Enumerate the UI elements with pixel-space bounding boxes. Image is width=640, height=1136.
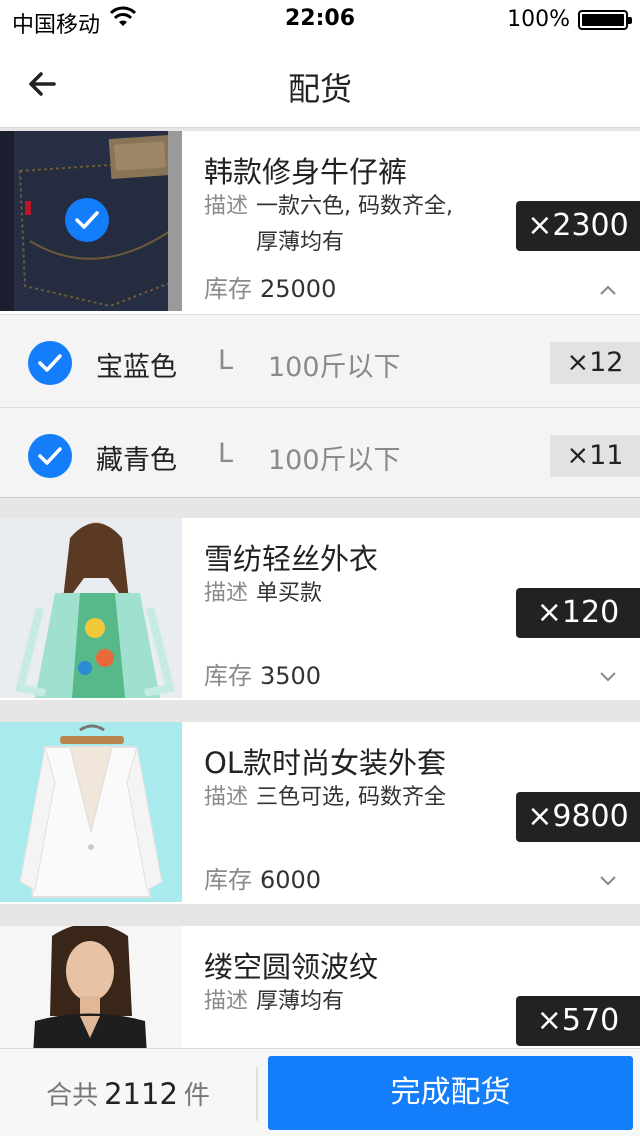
product-card[interactable]: 韩款修身牛仔裤 描述 一款六色, 码数齐全, 厚薄均有 库存 25000 ×2300…	[0, 131, 640, 498]
variant-weight: 100斤以下	[268, 445, 401, 476]
desc-text: 三色可选, 码数齐全	[256, 785, 447, 810]
variant-quantity[interactable]: ×12	[550, 342, 640, 384]
variant-size: L	[218, 345, 234, 376]
stock-value: 6000	[260, 866, 322, 894]
total-summary: 合共 2112 件	[0, 1075, 256, 1112]
checkmark-circle-icon[interactable]	[28, 341, 72, 385]
stock-value: 3500	[260, 662, 322, 690]
chevron-up-icon[interactable]	[596, 279, 620, 303]
stock-label: 库存	[204, 662, 252, 690]
product-card[interactable]: 雪纺轻丝外衣 描述 单买款 库存 3500 ×120	[0, 518, 640, 700]
variant-row[interactable]: 藏青色 L 100斤以下 ×11	[0, 407, 640, 499]
divider	[256, 1067, 258, 1121]
desc-label: 描述	[204, 194, 249, 219]
variant-color: 宝蓝色	[96, 352, 177, 383]
product-stock: 库存 3500	[204, 656, 321, 691]
product-image-chiffon	[0, 518, 182, 698]
battery-percent: 100%	[507, 7, 570, 32]
product-image-lace-top	[0, 926, 182, 1048]
product-name: OL款时尚女装外套	[204, 746, 446, 780]
desc-label: 描述	[204, 785, 249, 810]
product-name: 雪纺轻丝外衣	[204, 542, 379, 576]
product-stock: 库存 25000	[204, 269, 336, 304]
product-stock: 库存 6000	[204, 860, 321, 895]
quantity-badge[interactable]: ×2300	[516, 201, 640, 251]
stock-label: 库存	[204, 275, 252, 303]
stock-value: 25000	[260, 275, 337, 303]
checkmark-circle-icon[interactable]	[65, 198, 109, 242]
finish-button[interactable]: 完成配货	[268, 1056, 633, 1130]
desc-text: 厚薄均有	[256, 989, 345, 1014]
total-prefix: 合共	[46, 1081, 99, 1111]
variant-list: 宝蓝色 L 100斤以下 ×12 藏青色 L 100斤以下 ×11	[0, 314, 640, 498]
variant-quantity[interactable]: ×11	[550, 435, 640, 477]
stock-label: 库存	[204, 866, 252, 894]
status-bar: 中国移动 22:06 100%	[0, 0, 640, 40]
checkmark-circle-icon[interactable]	[28, 434, 72, 478]
page-title: 配货	[287, 70, 352, 108]
bottom-bar: 合共 2112 件 完成配货	[0, 1048, 640, 1136]
quantity-badge[interactable]: ×120	[516, 588, 640, 638]
product-desc: 描述 一款六色, 码数齐全, 厚薄均有	[204, 189, 494, 261]
product-name: 韩款修身牛仔裤	[204, 155, 408, 189]
chevron-down-icon[interactable]	[596, 868, 620, 892]
product-card[interactable]: 缕空圆领波纹 描述 厚薄均有 ×570	[0, 926, 640, 1048]
nav-bar: 配货	[0, 40, 640, 128]
desc-text: 一款六色, 码数齐全, 厚薄均有	[256, 194, 453, 255]
variant-row[interactable]: 宝蓝色 L 100斤以下 ×12	[0, 315, 640, 407]
chevron-down-icon[interactable]	[596, 664, 620, 688]
product-desc: 描述 单买款	[204, 576, 494, 612]
desc-label: 描述	[204, 581, 249, 606]
variant-size: L	[218, 438, 234, 469]
variant-color: 藏青色	[96, 445, 177, 476]
total-unit: 件	[183, 1081, 210, 1111]
product-image-jacket	[0, 722, 182, 902]
battery-icon	[578, 10, 632, 30]
quantity-badge[interactable]: ×9800	[516, 792, 640, 842]
product-desc: 描述 厚薄均有	[204, 984, 494, 1020]
desc-text: 单买款	[256, 581, 323, 606]
variant-weight: 100斤以下	[268, 352, 401, 383]
product-card[interactable]: OL款时尚女装外套 描述 三色可选, 码数齐全 库存 6000 ×9800	[0, 722, 640, 904]
desc-label: 描述	[204, 989, 249, 1014]
quantity-badge[interactable]: ×570	[516, 996, 640, 1046]
product-name: 缕空圆领波纹	[204, 950, 379, 984]
product-desc: 描述 三色可选, 码数齐全	[204, 780, 494, 816]
total-count: 2112	[104, 1077, 178, 1111]
